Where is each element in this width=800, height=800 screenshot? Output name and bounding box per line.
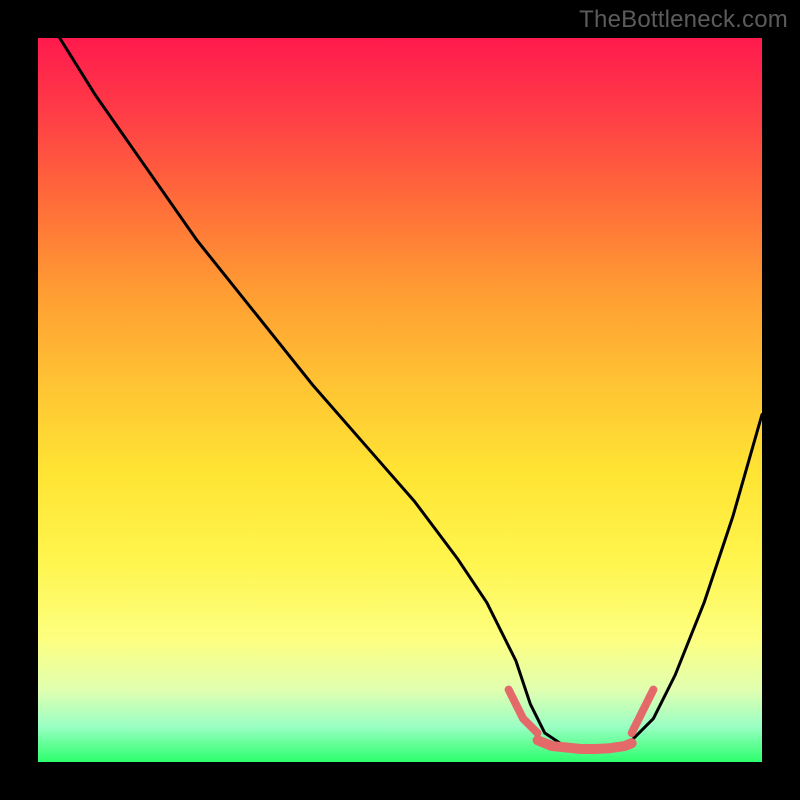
curve-layer xyxy=(38,38,762,762)
accent-flat xyxy=(538,740,632,749)
bottleneck-curve xyxy=(60,38,762,751)
accent-right-cap xyxy=(632,690,654,733)
chart-frame: TheBottleneck.com xyxy=(0,0,800,800)
watermark-text: TheBottleneck.com xyxy=(579,6,788,34)
plot-area xyxy=(38,38,762,762)
